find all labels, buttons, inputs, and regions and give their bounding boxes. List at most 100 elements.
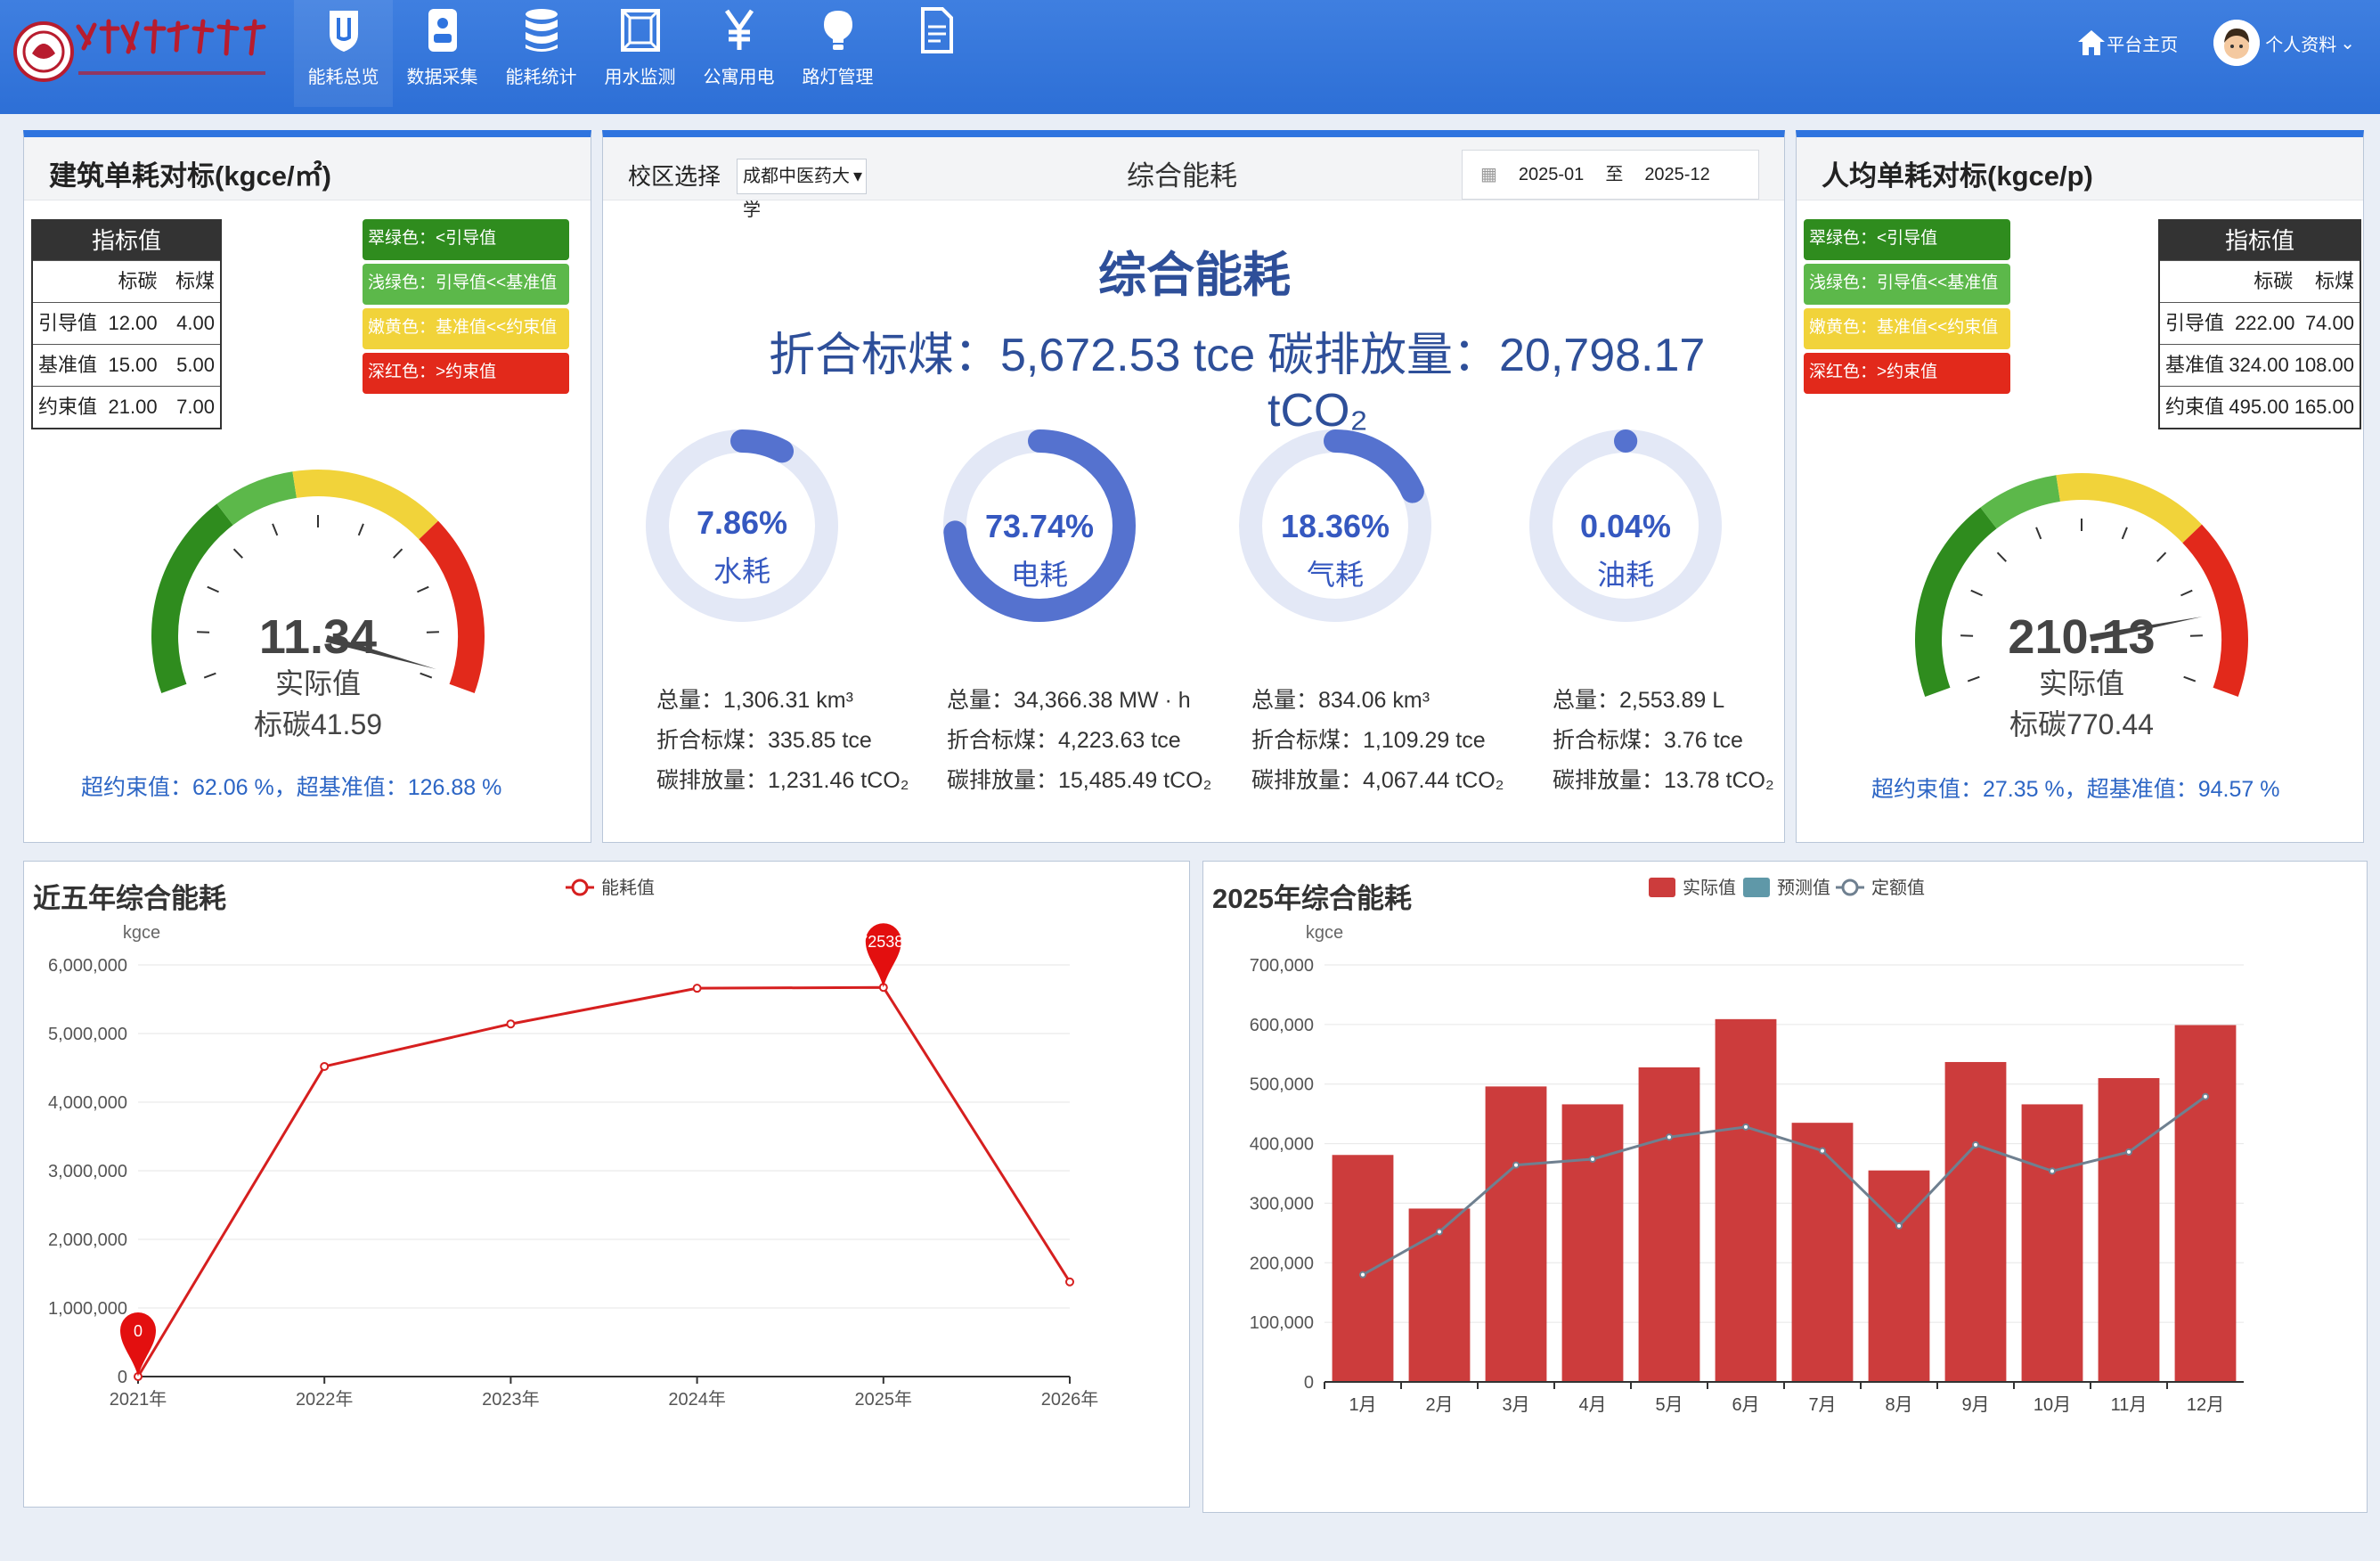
quota-point[interactable] xyxy=(1436,1228,1443,1236)
bar[interactable] xyxy=(1791,1123,1854,1382)
quota-point[interactable] xyxy=(2125,1148,2132,1156)
x-tick-label: 2022年 xyxy=(296,1389,354,1410)
data-point[interactable] xyxy=(506,1019,516,1029)
nav-energy-stats[interactable]: 能耗统计 xyxy=(492,0,591,107)
monthly-chart-panel: 2025年综合能耗 kgce 0 100,000 200,000 300,000 400,… xyxy=(1202,861,2368,1513)
gauge-value: 210.13 xyxy=(2008,610,2156,664)
quota-point[interactable] xyxy=(1512,1161,1520,1169)
quota-point[interactable] xyxy=(2202,1092,2209,1100)
calendar-icon: ▦ xyxy=(1480,165,1497,184)
table-header: 指标值 xyxy=(33,221,220,260)
bar[interactable] xyxy=(2098,1078,2160,1382)
donut-percent: 7.86% xyxy=(696,504,788,541)
nav-apartment-power[interactable]: 公寓用电 xyxy=(689,0,788,107)
database-icon xyxy=(525,9,558,52)
section-title: 综合能耗 xyxy=(1098,249,1291,302)
bar[interactable] xyxy=(1638,1067,1700,1382)
panel-title: 建筑单耗对标(kgce/㎡) xyxy=(49,160,331,192)
bar[interactable] xyxy=(2021,1104,2083,1382)
nav-energy-overview[interactable]: 能耗总览 xyxy=(294,0,393,107)
table-row: 约束值 21.00 7.00 xyxy=(33,386,220,428)
legend-label[interactable]: 能耗值 xyxy=(601,878,655,898)
quota-point[interactable] xyxy=(1819,1147,1826,1155)
legend-label[interactable]: 定额值 xyxy=(1871,878,1925,898)
y-tick-label: 3,000,000 xyxy=(48,1162,127,1181)
donut-name: 油耗 xyxy=(1596,559,1654,591)
gauge-tick xyxy=(393,548,403,559)
home-link[interactable]: 平台主页 xyxy=(2076,28,2178,58)
x-tick-label: 6月 xyxy=(1732,1395,1759,1415)
exceed-note: 超约束值：27.35 %，超基准值：94.57 % xyxy=(1871,777,2280,802)
legend-label[interactable]: 实际值 xyxy=(1683,878,1736,898)
data-point[interactable] xyxy=(692,984,702,993)
gauge-sub: 标碳770.44 xyxy=(2009,708,2154,740)
document-icon xyxy=(920,7,953,53)
bulb-icon xyxy=(823,11,852,50)
profile-menu[interactable]: 个人资料 ⌄ xyxy=(2213,20,2355,66)
quota-point[interactable] xyxy=(1972,1140,1979,1148)
quota-point[interactable] xyxy=(2049,1167,2056,1175)
donut-name: 水耗 xyxy=(713,555,770,587)
legend-swatch xyxy=(1649,878,1675,897)
x-tick-label: 2021年 xyxy=(110,1389,167,1410)
quota-point[interactable] xyxy=(1666,1133,1673,1141)
donut-name: 电耗 xyxy=(1010,559,1068,591)
y-tick-label: 0 xyxy=(118,1368,127,1387)
bar[interactable] xyxy=(1944,1061,2007,1382)
gauge-label: 实际值 xyxy=(2038,667,2124,699)
legend-marker xyxy=(571,879,589,896)
gauge-band xyxy=(1980,475,2061,529)
x-tick-label: 2023年 xyxy=(482,1389,540,1410)
nav-label: 用水监测 xyxy=(604,68,676,87)
nav-data-collection[interactable]: 数据采集 xyxy=(393,0,492,107)
gauge-tick xyxy=(1996,552,2007,562)
nav-streetlight[interactable]: 路灯管理 xyxy=(788,0,887,107)
quota-point[interactable] xyxy=(1895,1222,1903,1230)
bar[interactable] xyxy=(1561,1104,1624,1382)
campus-label: 校区选择 xyxy=(628,163,721,190)
gauge-tick xyxy=(417,585,429,593)
y-tick-label: 200,000 xyxy=(1250,1254,1314,1273)
bar[interactable] xyxy=(2174,1025,2237,1382)
nav-label: 路灯管理 xyxy=(802,68,874,87)
quota-point[interactable] xyxy=(1359,1271,1366,1279)
campus-select[interactable]: 成都中医药大学 ▾ xyxy=(737,159,867,220)
date-separator: 至 xyxy=(1605,165,1624,184)
gauge-tick xyxy=(2121,527,2128,540)
legend-item: 翠绿色：<引导值 xyxy=(363,219,569,260)
y-tick-label: 100,000 xyxy=(1250,1313,1314,1333)
data-point[interactable] xyxy=(320,1061,330,1071)
donut-percent: 73.74% xyxy=(984,508,1095,544)
y-tick-label: 6,000,000 xyxy=(48,956,127,976)
table-row: 基准值 324.00 108.00 xyxy=(2160,344,2360,386)
donut-name: 气耗 xyxy=(1306,559,1364,591)
nav-label: 能耗统计 xyxy=(505,68,577,87)
nav-water-monitor[interactable]: 用水监测 xyxy=(591,0,689,107)
chevron-down-icon: ⌄ xyxy=(2340,33,2355,53)
col-header: 标煤 xyxy=(2315,270,2355,292)
legend-item: 嫩黄色：基准值<<约束值 xyxy=(363,308,569,349)
data-point[interactable] xyxy=(1065,1277,1074,1287)
date-range-picker[interactable]: ▦ 2025-01 至 2025-12 xyxy=(1462,150,1759,200)
comprehensive-energy-panel: 校区选择 成都中医药大学 ▾ 综合能耗 ▦ 2025-01 至 2025-12 综… xyxy=(602,130,1785,843)
quota-point[interactable] xyxy=(1742,1123,1749,1131)
marker-label: 5672538.21 xyxy=(841,933,925,951)
gauge-tick xyxy=(2180,589,2193,597)
bar[interactable] xyxy=(1715,1018,1777,1382)
nav-document[interactable] xyxy=(887,0,986,107)
donut-percent: 18.36% xyxy=(1280,508,1390,544)
bar[interactable] xyxy=(1485,1086,1547,1382)
marker-label: 0 xyxy=(134,1322,143,1340)
legend-marker xyxy=(1841,879,1859,896)
home-label: 平台主页 xyxy=(2107,35,2179,55)
quota-point[interactable] xyxy=(1589,1155,1596,1163)
legend-label[interactable]: 预测值 xyxy=(1777,878,1830,898)
x-tick-label: 1月 xyxy=(1349,1395,1376,1415)
indicator-table: 指标值 标碳 标煤 引导值 12.00 4.00 基准值 15.00 5.00 约束值 21… xyxy=(31,219,222,429)
gauge-sub: 标碳41.59 xyxy=(253,708,383,740)
bar[interactable] xyxy=(1332,1155,1394,1382)
gauge-tick xyxy=(2156,552,2167,562)
water-stats: 总量：1,306.31 km³ 折合标煤：335.85 tce 碳排放量：1,231… xyxy=(656,688,909,793)
legend-item: 浅绿色：引导值<<基准值 xyxy=(1804,264,2010,305)
legend-item: 浅绿色：引导值<<基准值 xyxy=(363,264,569,305)
